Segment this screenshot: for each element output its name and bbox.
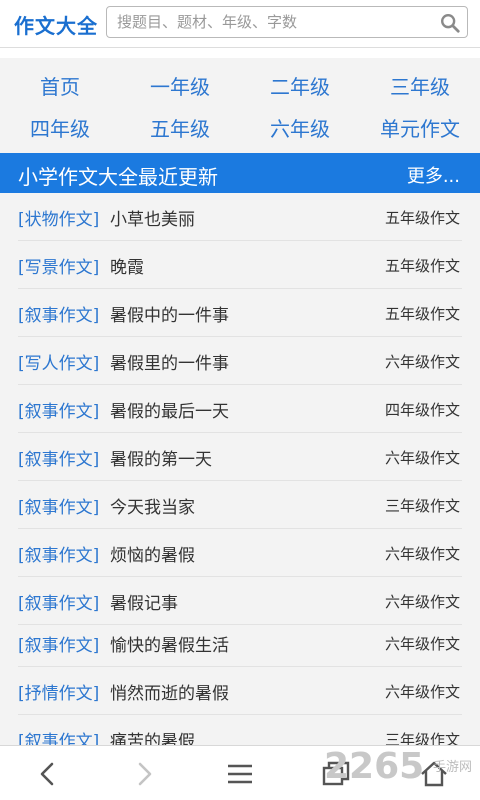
list-item[interactable]: [抒情作文] 悄然而逝的暑假 六年级作文 [0, 667, 480, 715]
article-title[interactable]: 暑假的第一天 [110, 445, 212, 470]
article-title[interactable]: 暑假里的一件事 [110, 349, 229, 374]
grade-label: 三年级作文 [384, 497, 460, 515]
section-header: 小学作文大全最近更新 更多... [0, 153, 480, 193]
list-item[interactable]: [状物作文] 小草也美丽 五年级作文 [0, 193, 480, 241]
article-title[interactable]: 小草也美丽 [110, 205, 195, 230]
watermark-number: 2265 [324, 746, 425, 787]
grade-label: 六年级作文 [384, 635, 460, 653]
list-item[interactable]: [叙事作文] 暑假的最后一天 四年级作文 [0, 385, 480, 433]
category-link[interactable]: [叙事作文] [18, 301, 99, 326]
nav-grade-5[interactable]: 五年级 [120, 113, 240, 142]
category-link[interactable]: [叙事作文] [18, 445, 99, 470]
nav-grade-2[interactable]: 二年级 [240, 71, 360, 100]
article-title[interactable]: 悄然而逝的暑假 [110, 679, 229, 704]
list-item[interactable]: [叙事作文] 暑假记事 六年级作文 [0, 577, 480, 625]
article-title[interactable]: 暑假中的一件事 [110, 301, 229, 326]
category-link[interactable]: [写景作文] [18, 253, 99, 278]
category-link[interactable]: [写人作文] [18, 349, 99, 374]
nav-grade-4[interactable]: 四年级 [0, 113, 120, 142]
article-title[interactable]: 暑假记事 [110, 589, 178, 614]
grade-label: 六年级作文 [384, 353, 460, 371]
category-link[interactable]: [叙事作文] [18, 493, 99, 518]
list-item[interactable]: [写景作文] 晚霞 五年级作文 [0, 241, 480, 289]
category-link[interactable]: [叙事作文] [18, 631, 99, 656]
category-link[interactable]: [叙事作文] [18, 541, 99, 566]
nav-grade-1[interactable]: 一年级 [120, 71, 240, 100]
menu-icon[interactable] [224, 758, 256, 790]
list-item[interactable]: [叙事作文] 暑假的第一天 六年级作文 [0, 433, 480, 481]
grade-label: 六年级作文 [384, 545, 460, 563]
grade-label: 五年级作文 [384, 305, 460, 323]
article-title[interactable]: 烦恼的暑假 [110, 541, 195, 566]
nav-grade-3[interactable]: 三年级 [360, 71, 480, 100]
list-item[interactable]: [叙事作文] 愉快的暑假生活 六年级作文 [0, 619, 480, 667]
back-arrow-icon[interactable] [32, 758, 64, 790]
grade-label: 五年级作文 [384, 257, 460, 275]
article-title[interactable]: 痛苦的暑假 [110, 727, 195, 745]
category-link[interactable]: [抒情作文] [18, 679, 99, 704]
list-item[interactable]: [叙事作文] 烦恼的暑假 六年级作文 [0, 529, 480, 577]
grade-label: 四年级作文 [384, 401, 460, 419]
article-title[interactable]: 晚霞 [110, 253, 144, 278]
site-logo[interactable]: 作文大全 [14, 10, 98, 39]
list-item[interactable]: [叙事作文] 痛苦的暑假 三年级作文 [0, 715, 480, 745]
nav-home[interactable]: 首页 [0, 71, 120, 100]
search-input[interactable] [115, 11, 425, 33]
forward-arrow-icon[interactable] [128, 758, 160, 790]
article-title[interactable]: 暑假的最后一天 [110, 397, 229, 422]
search-box[interactable] [106, 6, 468, 38]
watermark-logo: 2265 手游网 [324, 744, 474, 798]
article-title[interactable]: 今天我当家 [110, 493, 195, 518]
more-link[interactable]: 更多... [407, 162, 460, 188]
grade-label: 六年级作文 [384, 683, 460, 701]
section-title: 小学作文大全最近更新 [18, 165, 218, 189]
category-link[interactable]: [叙事作文] [18, 397, 99, 422]
grade-label: 五年级作文 [384, 209, 460, 227]
grade-nav: 首页 一年级 二年级 三年级 四年级 五年级 六年级 单元作文 [0, 58, 480, 153]
grade-label: 六年级作文 [384, 449, 460, 467]
search-icon[interactable] [439, 12, 461, 34]
list-item[interactable]: [叙事作文] 今天我当家 三年级作文 [0, 481, 480, 529]
list-item[interactable]: [叙事作文] 暑假中的一件事 五年级作文 [0, 289, 480, 337]
grade-label: 六年级作文 [384, 593, 460, 611]
category-link[interactable]: [状物作文] [18, 205, 99, 230]
grade-label: 三年级作文 [384, 731, 460, 745]
watermark-text: 手游网 [432, 760, 472, 775]
nav-grade-6[interactable]: 六年级 [240, 113, 360, 142]
category-link[interactable]: [叙事作文] [18, 727, 99, 745]
article-list: [状物作文] 小草也美丽 五年级作文 [写景作文] 晚霞 五年级作文 [叙事作文… [0, 193, 480, 745]
list-item[interactable]: [写人作文] 暑假里的一件事 六年级作文 [0, 337, 480, 385]
article-title[interactable]: 愉快的暑假生活 [110, 631, 229, 656]
nav-unit-essay[interactable]: 单元作文 [360, 113, 480, 142]
header: 作文大全 [0, 0, 480, 48]
category-link[interactable]: [叙事作文] [18, 589, 99, 614]
